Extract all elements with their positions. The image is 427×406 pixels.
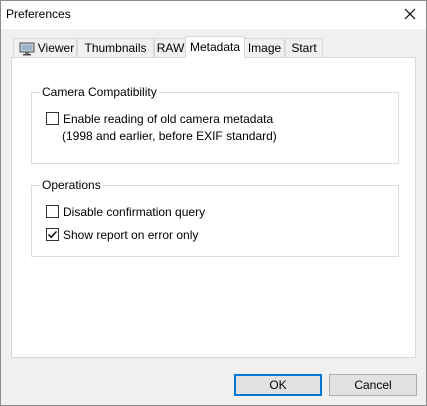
- enable-old-metadata-label: Enable reading of old camera metadata: [63, 112, 274, 126]
- tab-metadata[interactable]: Metadata: [185, 36, 245, 58]
- ok-button[interactable]: OK: [234, 374, 322, 396]
- tab-image[interactable]: Image: [244, 38, 285, 57]
- operations-title: Operations: [40, 178, 103, 192]
- checkmark-icon: [48, 231, 58, 239]
- show-report-label: Show report on error only: [63, 228, 199, 242]
- metadata-panel: Camera Compatibility Enable reading of o…: [11, 57, 416, 358]
- tab-thumbnails-label: Thumbnails: [84, 41, 147, 55]
- tab-raw[interactable]: RAW: [154, 38, 187, 57]
- close-button[interactable]: [394, 1, 426, 29]
- old-metadata-note: (1998 and earlier, before EXIF standard): [62, 129, 277, 143]
- preferences-dialog: Preferences Viewer Thumbnails RAW Metada…: [0, 0, 427, 406]
- disable-confirmation-label: Disable confirmation query: [63, 205, 206, 219]
- tab-raw-label: RAW: [156, 41, 185, 55]
- operations-group: Operations Disable confirmation query Sh…: [31, 178, 399, 257]
- tab-metadata-label: Metadata: [189, 40, 241, 54]
- tab-viewer[interactable]: Viewer: [13, 38, 77, 57]
- tab-viewer-label: Viewer: [37, 41, 75, 55]
- tab-start[interactable]: Start: [285, 38, 323, 57]
- close-icon: [404, 8, 416, 20]
- camera-compatibility-title: Camera Compatibility: [40, 85, 159, 99]
- tab-thumbnails[interactable]: Thumbnails: [77, 38, 154, 57]
- enable-old-metadata-checkbox[interactable]: [46, 112, 59, 125]
- show-report-checkbox-row[interactable]: Show report on error only: [46, 227, 346, 243]
- window-title: Preferences: [6, 7, 71, 21]
- monitor-icon: [19, 42, 35, 56]
- cancel-button[interactable]: Cancel: [329, 374, 417, 396]
- enable-old-metadata-checkbox-row[interactable]: Enable reading of old camera metadata: [46, 111, 346, 127]
- show-report-checkbox[interactable]: [46, 228, 59, 241]
- disable-confirmation-checkbox-row[interactable]: Disable confirmation query: [46, 204, 346, 220]
- tab-start-label: Start: [291, 41, 317, 55]
- tab-image-label: Image: [247, 41, 282, 55]
- disable-confirmation-checkbox[interactable]: [46, 205, 59, 218]
- title-bar: Preferences: [1, 1, 426, 29]
- camera-compatibility-group: Camera Compatibility Enable reading of o…: [31, 85, 399, 164]
